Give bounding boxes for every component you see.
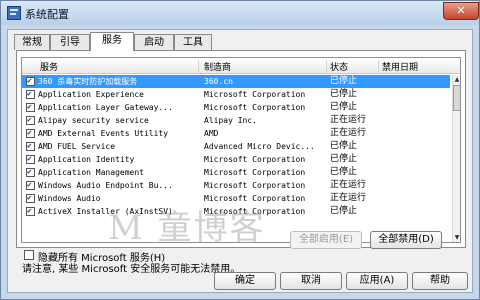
table-row[interactable]: Application Layer Gateway... Microsoft C… <box>22 100 450 114</box>
window-title: 系统配置 <box>25 8 69 21</box>
service-status: 已停止 <box>330 206 358 216</box>
enable-all-button[interactable]: 全部启用(E) <box>290 231 362 249</box>
service-maker: Microsoft Corporation <box>204 194 306 203</box>
column-header-disabled-date[interactable]: 禁用日期 <box>382 60 418 73</box>
service-checkbox[interactable] <box>26 152 35 165</box>
service-name: Windows Audio Endpoint Bu... <box>38 181 173 190</box>
service-checkbox[interactable] <box>26 139 35 152</box>
service-maker: Microsoft Corporation <box>204 103 306 112</box>
table-row[interactable]: Application Management Microsoft Corpora… <box>22 165 450 179</box>
tab-boot[interactable]: 引导 <box>50 34 90 50</box>
service-maker: Microsoft Corporation <box>204 168 306 177</box>
service-name: Application Identity <box>38 155 135 164</box>
service-checkbox[interactable] <box>26 87 35 100</box>
table-row[interactable]: 360 杀毒实时防护加载服务 360.cn 已停止 <box>22 74 450 88</box>
service-checkbox[interactable] <box>26 74 35 87</box>
apply-button[interactable]: 应用(A) <box>346 272 408 290</box>
service-maker: 360.cn <box>204 77 233 86</box>
service-name: ActiveX Installer (AxInstSV) <box>38 207 173 216</box>
service-status: 已停止 <box>330 167 358 177</box>
service-maker: Microsoft Corporation <box>204 90 306 99</box>
column-header-service[interactable]: 服务 <box>40 60 58 73</box>
column-divider[interactable] <box>326 60 327 72</box>
dialog-body: 常规 引导 服务 启动 工具 服务 制造商 状态 禁用日期 ✔ 360 杀毒实时… <box>7 29 473 293</box>
service-status: 正在运行 <box>330 115 367 125</box>
column-header-maker[interactable]: 制造商 <box>204 60 231 73</box>
system-config-icon <box>7 6 21 20</box>
service-name: Windows Audio <box>38 194 101 203</box>
table-row[interactable]: AMD FUEL Service Advanced Micro Devic...… <box>22 139 450 153</box>
column-divider[interactable] <box>378 60 379 72</box>
table-row[interactable]: Windows Audio Endpoint Bu... Microsoft C… <box>22 178 450 192</box>
tab-general[interactable]: 常规 <box>14 34 50 50</box>
service-name: Application Management <box>38 168 144 177</box>
service-name: 360 杀毒实时防护加载服务 <box>38 77 138 86</box>
service-status: 正在运行 <box>330 193 367 203</box>
scroll-up-icon[interactable]: ▲ <box>453 75 460 84</box>
table-row[interactable]: Application Identity Microsoft Corporati… <box>22 152 450 166</box>
table-row[interactable]: Alipay security service Alipay Inc. 正在运行 <box>22 113 450 127</box>
service-status: 已停止 <box>330 141 358 151</box>
services-panel: 服务 制造商 状态 禁用日期 360 杀毒实时防护加载服务 360.cn 已停止 <box>16 50 466 248</box>
list-header: 服务 制造商 状态 禁用日期 <box>22 58 460 74</box>
service-maker: Alipay Inc. <box>204 116 257 125</box>
service-name: AMD External Events Utility <box>38 129 169 138</box>
service-checkbox[interactable] <box>26 204 35 217</box>
service-name: AMD FUEL Service <box>38 142 116 151</box>
service-maker: AMD <box>204 129 219 138</box>
service-name: Alipay security service <box>38 116 149 125</box>
tab-tools[interactable]: 工具 <box>174 34 212 50</box>
service-checkbox[interactable] <box>26 100 35 113</box>
system-config-window: 系统配置 ✕ 常规 引导 服务 启动 工具 服务 制造商 状态 禁用日期 ✔ 3… <box>0 0 480 300</box>
service-status: 正在运行 <box>330 180 367 190</box>
scroll-down-icon[interactable]: ▼ <box>453 233 460 242</box>
tab-services[interactable]: 服务 <box>90 32 134 51</box>
close-button[interactable]: ✕ <box>443 2 479 20</box>
table-row[interactable]: AMD External Events Utility AMD 正在运行 <box>22 126 450 140</box>
column-divider[interactable] <box>198 60 199 72</box>
service-status: 已停止 <box>330 154 358 164</box>
service-checkbox[interactable] <box>26 178 35 191</box>
help-button[interactable]: 帮助 <box>412 272 468 290</box>
service-status: 已停止 <box>330 76 358 86</box>
services-list: 服务 制造商 状态 禁用日期 360 杀毒实时防护加载服务 360.cn 已停止 <box>21 57 461 243</box>
table-row[interactable]: Application Experience Microsoft Corpora… <box>22 87 450 101</box>
table-row[interactable]: Windows Audio Microsoft Corporation 正在运行 <box>22 191 450 205</box>
service-name: Application Experience <box>38 90 144 99</box>
service-rows: 360 杀毒实时防护加载服务 360.cn 已停止 Application Ex… <box>22 74 450 218</box>
service-maker: Microsoft Corporation <box>204 155 306 164</box>
service-maker: Microsoft Corporation <box>204 181 306 190</box>
service-checkbox[interactable] <box>26 165 35 178</box>
service-name: Application Layer Gateway... <box>38 103 173 112</box>
service-checkbox[interactable] <box>26 126 35 139</box>
disable-all-button[interactable]: 全部禁用(D) <box>370 231 442 249</box>
service-checkbox[interactable] <box>26 113 35 126</box>
cancel-button[interactable]: 取消 <box>280 272 342 290</box>
service-status: 正在运行 <box>330 128 367 138</box>
tab-startup[interactable]: 启动 <box>134 34 174 50</box>
service-status: 已停止 <box>330 89 358 99</box>
vertical-scrollbar[interactable]: ▲ ▼ <box>452 75 460 242</box>
column-header-status[interactable]: 状态 <box>330 60 348 73</box>
service-maker: Microsoft Corporation <box>204 207 306 216</box>
table-row[interactable]: ActiveX Installer (AxInstSV) Microsoft C… <box>22 204 450 218</box>
hide-microsoft-services-label: 隐藏所有 Microsoft 服务(H) <box>38 253 166 264</box>
title-bar[interactable]: 系统配置 ✕ <box>1 1 479 25</box>
service-checkbox[interactable] <box>26 191 35 204</box>
hide-microsoft-services-checkbox[interactable] <box>24 250 34 260</box>
service-maker: Advanced Micro Devic... <box>204 142 315 151</box>
ok-button[interactable]: 确定 <box>214 272 276 290</box>
scrollbar-thumb[interactable] <box>453 85 460 111</box>
service-status: 已停止 <box>330 102 358 112</box>
